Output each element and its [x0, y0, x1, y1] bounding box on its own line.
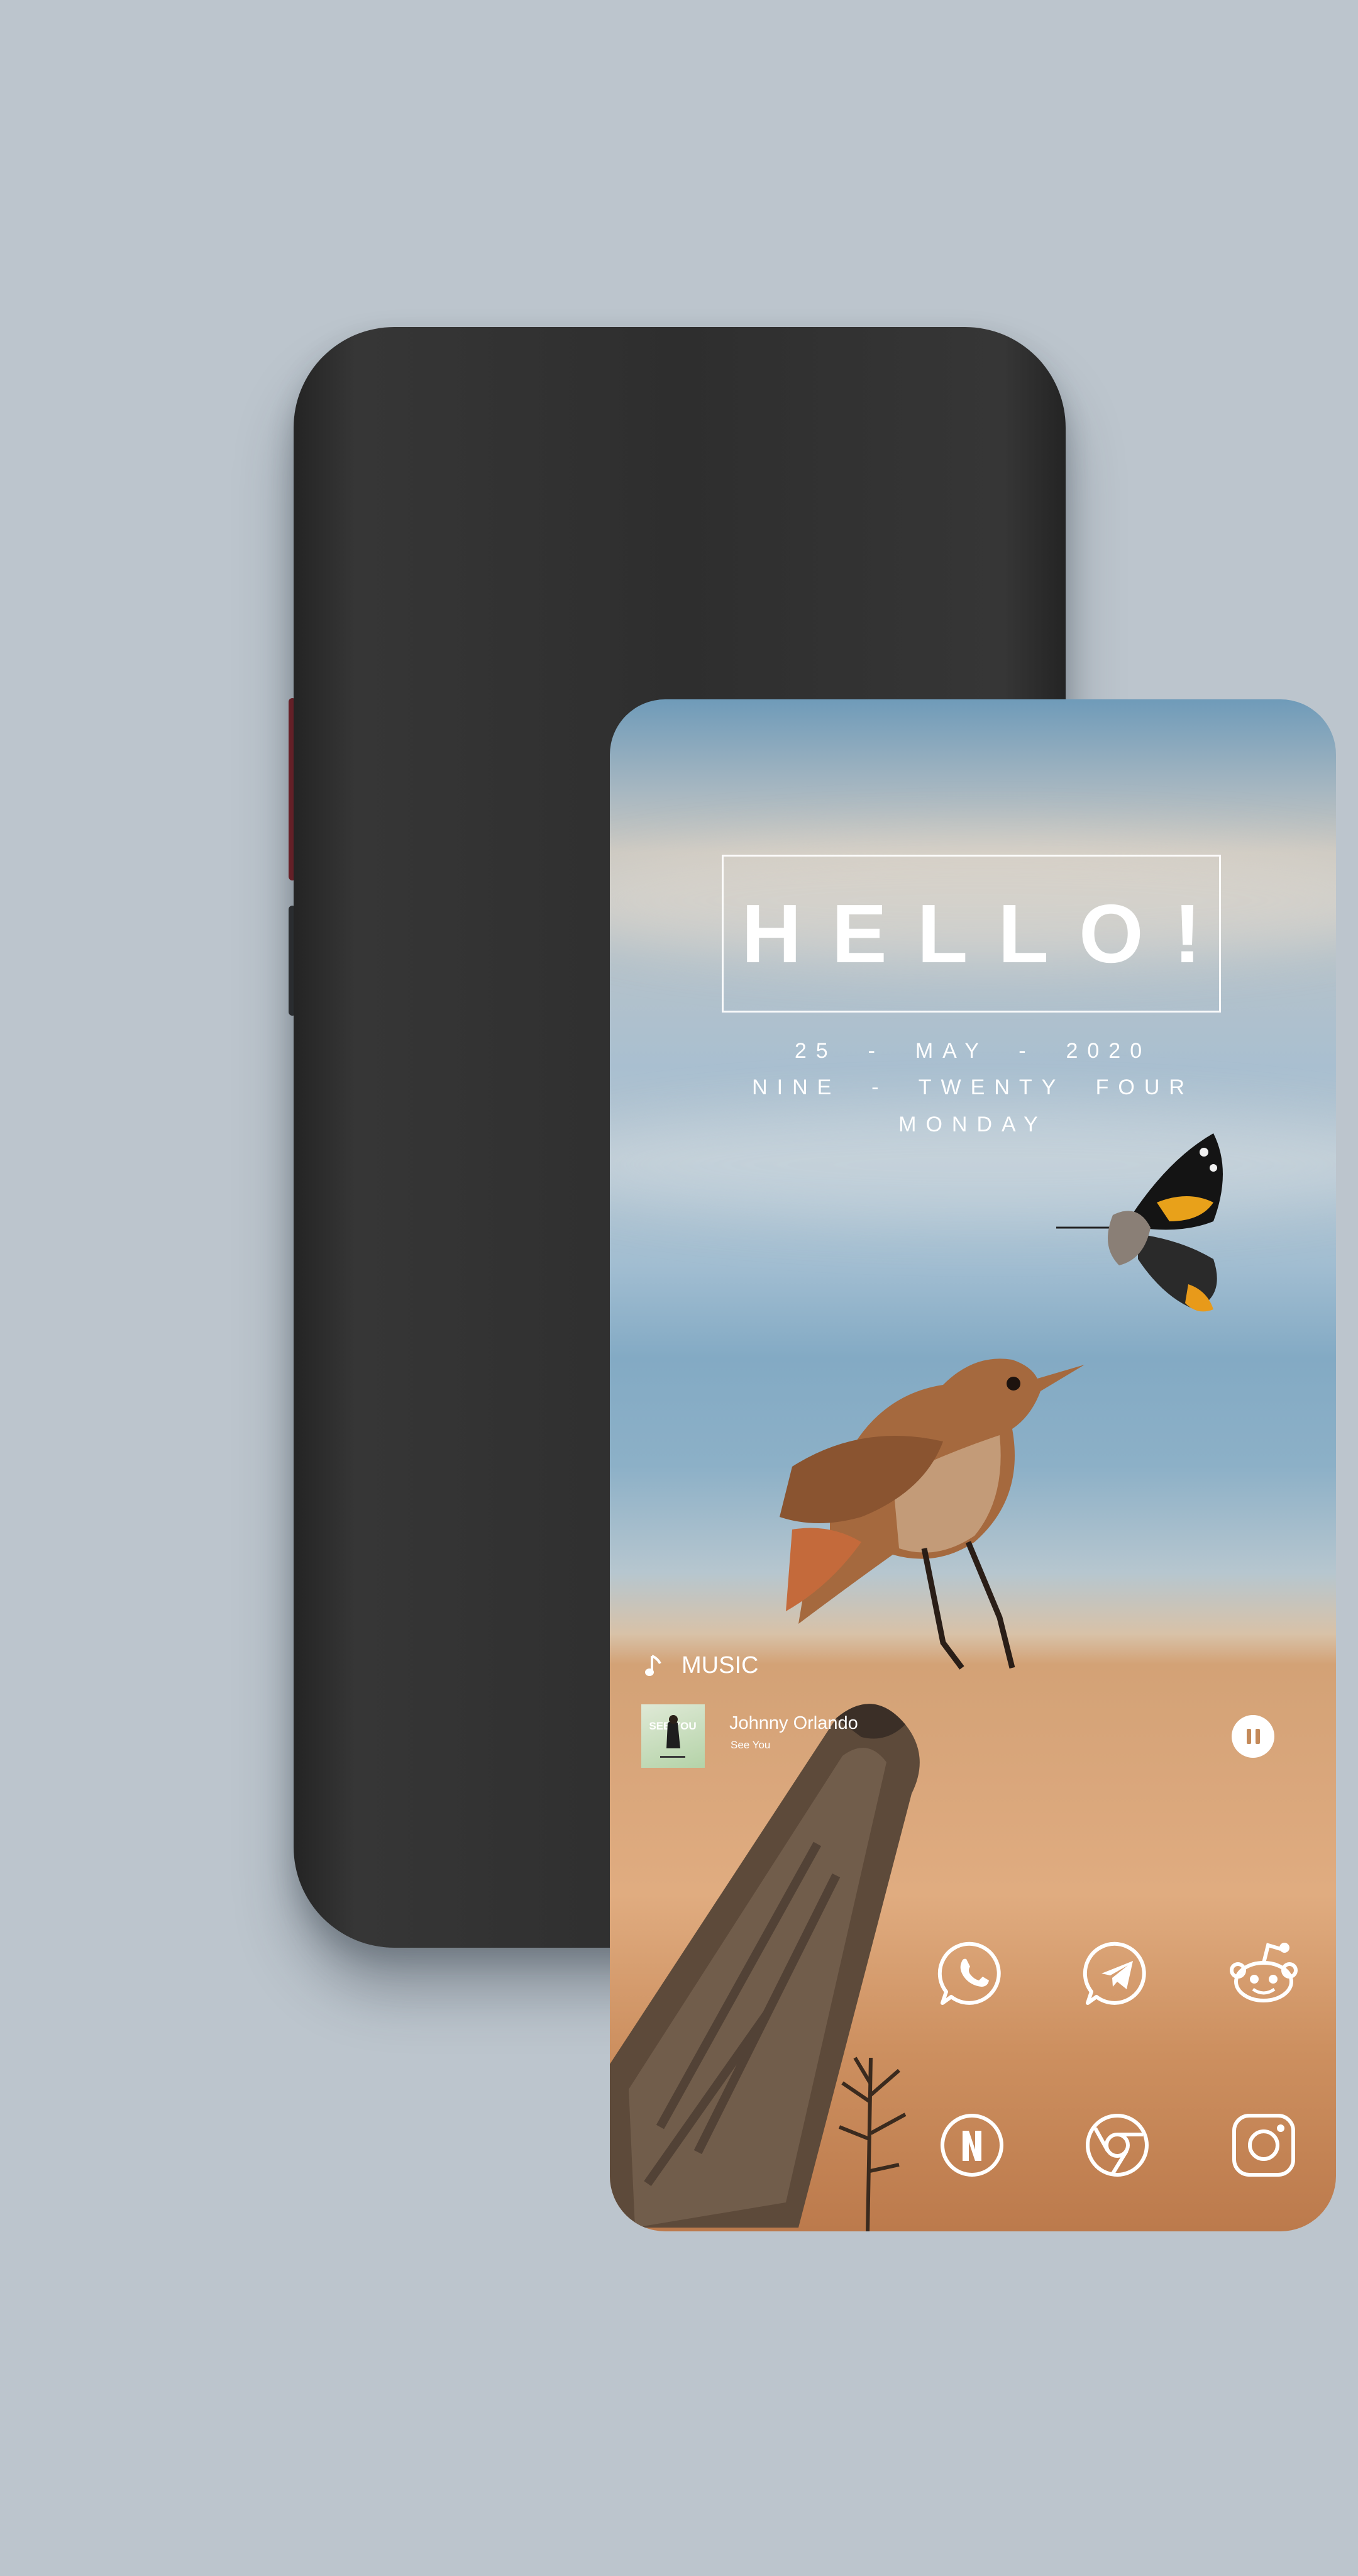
phone-frame: HELLO! 25 - MAY - 2020 NINE - TWENTY FOU… — [294, 327, 1336, 2231]
album-art[interactable]: SEE YOU — [641, 1704, 705, 1768]
telegram-icon[interactable] — [1083, 1939, 1152, 2008]
pause-icon — [1255, 1729, 1260, 1744]
music-note-icon — [645, 1654, 661, 1676]
pause-icon — [1246, 1729, 1251, 1744]
track-title: Johnny Orlando — [729, 1713, 858, 1733]
greeting-text: HELLO! — [741, 887, 1232, 980]
home-screen: HELLO! 25 - MAY - 2020 NINE - TWENTY FOU… — [610, 699, 1336, 2231]
dry-twig — [838, 2057, 907, 2231]
music-widget-header[interactable]: MUSIC — [645, 1652, 758, 1679]
music-widget-title: MUSIC — [682, 1652, 759, 1679]
reddit-icon[interactable] — [1229, 1939, 1298, 2008]
butterfly-illustration — [1056, 1133, 1223, 1312]
bird-illustration — [780, 1358, 1085, 1670]
pause-button[interactable] — [1232, 1715, 1274, 1758]
track-subtitle: See You — [731, 1739, 771, 1751]
whatsapp-icon[interactable] — [937, 1939, 1007, 2008]
date-text: 25 - MAY - 2020 — [794, 1039, 1152, 1063]
time-words-text: NINE - TWENTY FOUR — [752, 1075, 1194, 1099]
netflix-icon[interactable] — [937, 2111, 1007, 2180]
instagram-icon[interactable] — [1229, 2111, 1298, 2180]
greeting-frame: HELLO! — [722, 855, 1221, 1013]
chrome-icon[interactable] — [1083, 2111, 1152, 2180]
weekday-text: MONDAY — [898, 1113, 1047, 1136]
